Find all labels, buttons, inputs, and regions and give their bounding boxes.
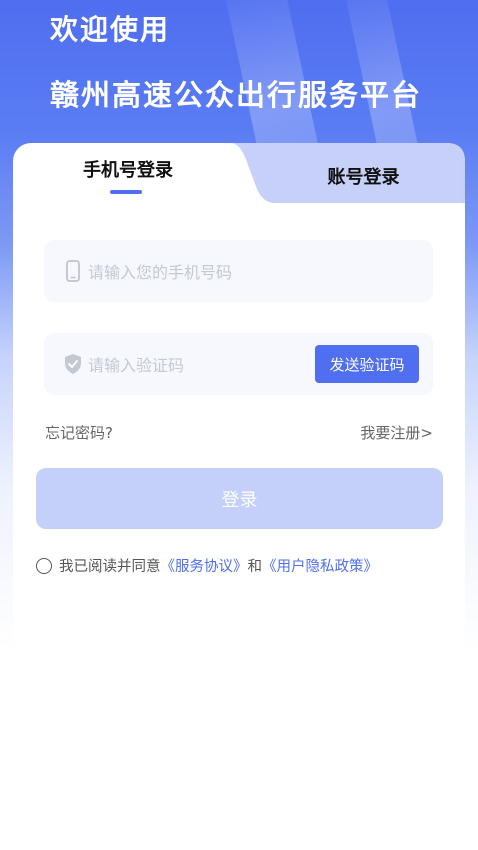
shield-check-icon [64,353,82,375]
agreement-row: 我已阅读并同意 《服务协议》 和 《用户隐私政策》 [36,555,378,576]
phone-input[interactable]: 请输入您的手机号码 [44,240,433,302]
phone-icon [64,260,82,282]
register-link[interactable]: 我要注册> [360,422,433,443]
login-button[interactable]: 登录 [36,468,443,529]
phone-placeholder: 请输入您的手机号码 [88,263,233,282]
service-agreement-link[interactable]: 《服务协议》 [161,555,248,576]
tab-account-login-label: 账号登录 [327,167,400,188]
agreement-radio[interactable] [36,557,52,574]
send-code-button[interactable]: 发送验证码 [315,345,419,383]
verification-code-input[interactable]: 请输入验证码 发送验证码 [44,333,433,395]
welcome-title: 欢迎使用 [50,13,171,46]
active-tab-indicator [110,190,142,194]
forgot-password-link[interactable]: 忘记密码? [45,422,113,443]
tab-phone-login-label: 手机号登录 [83,160,173,181]
tab-account-login[interactable]: 账号登录 [262,143,465,203]
tab-phone-login[interactable]: 手机号登录 [13,143,243,203]
agreement-and: 和 [247,559,263,575]
code-placeholder: 请输入验证码 [88,356,185,375]
privacy-policy-link[interactable]: 《用户隐私政策》 [262,555,378,576]
platform-name: 赣州高速公众出行服务平台 [50,78,423,112]
agreement-prefix: 我已阅读并同意 [59,559,161,575]
